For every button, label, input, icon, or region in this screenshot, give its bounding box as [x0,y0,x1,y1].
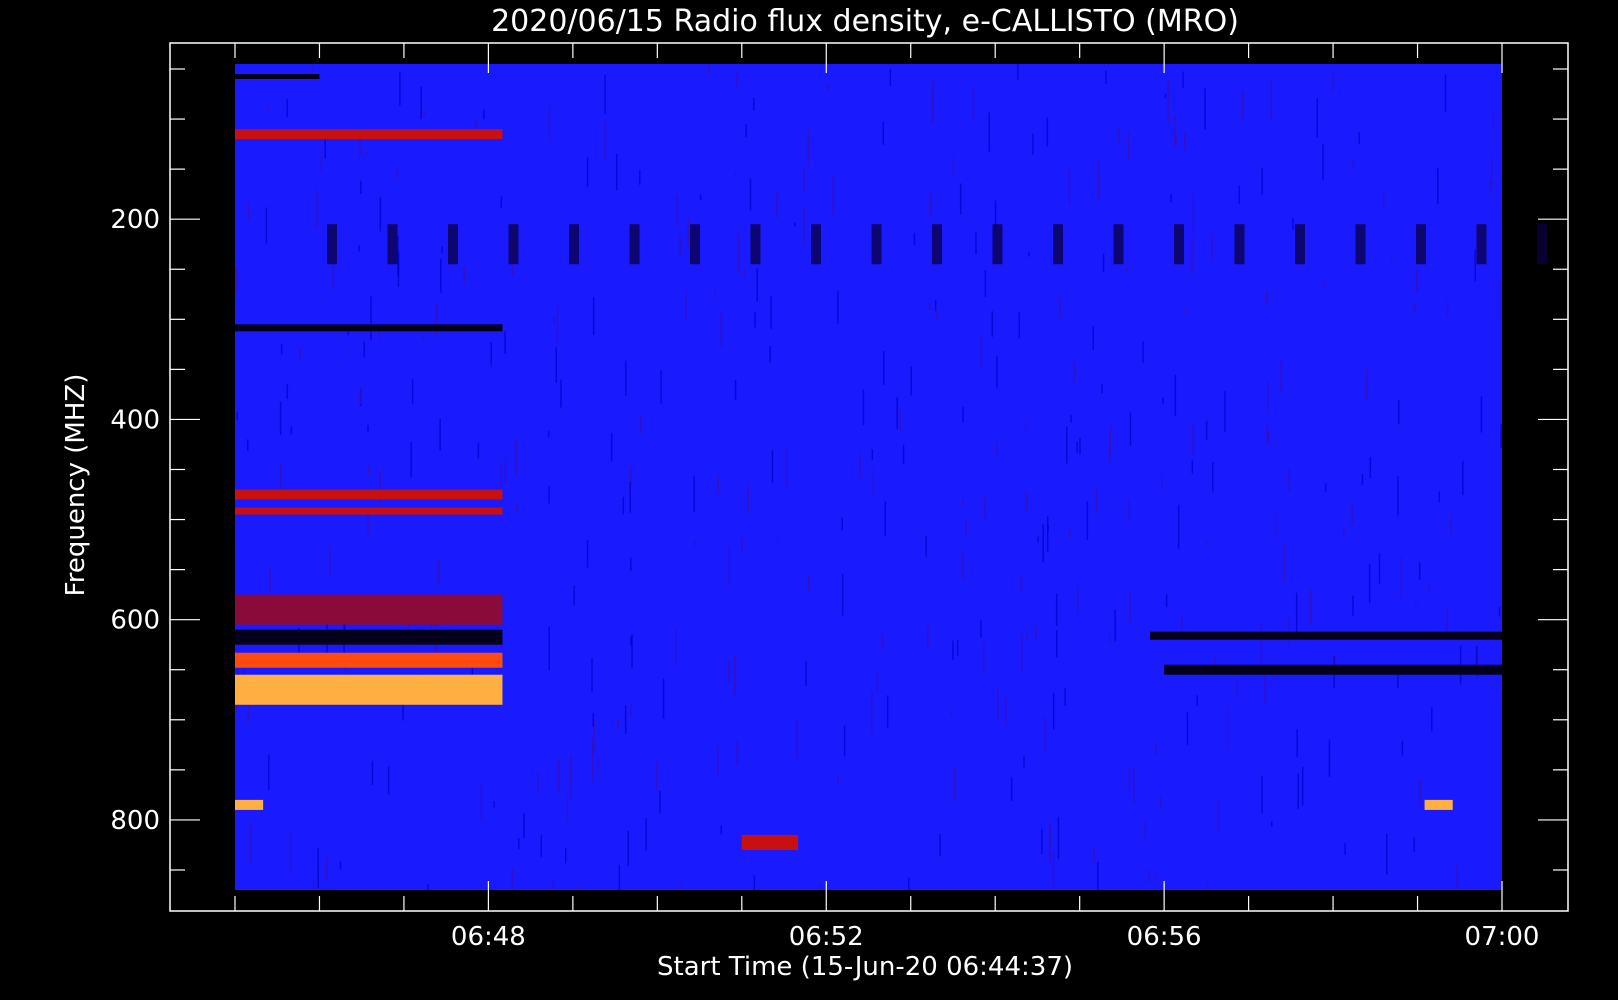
heatmap-streak [811,224,821,265]
heatmap-streak [508,224,519,265]
heatmap-streak [387,224,398,265]
x-tick-label: 06:56 [1127,922,1202,952]
heatmap-streak [327,224,337,265]
heatmap-area [235,64,1547,890]
heatmap-streak [629,224,640,265]
heatmap-streak [1295,224,1305,265]
x-tick-label: 07:00 [1465,922,1540,952]
heatmap-streak [448,224,458,265]
heatmap-streak [1174,224,1184,265]
heatmap-feature [1424,799,1453,810]
heatmap-streak [1416,224,1426,265]
heatmap-streak [871,224,882,265]
heatmap-feature [235,652,503,668]
chart-title: 2020/06/15 Radio flux density, e-CALLIST… [491,4,1239,39]
heatmap-streak [1355,224,1366,265]
heatmap-streak [1476,224,1487,265]
heatmap-feature [1150,631,1502,640]
heatmap-feature [235,594,503,625]
y-tick-label: 200 [110,205,160,235]
heatmap-feature [741,834,799,850]
heatmap-streak [569,224,579,265]
heatmap-streak [1537,224,1547,265]
heatmap-feature [235,674,503,705]
heatmap-feature [235,507,503,515]
heatmap-streak [1234,224,1245,265]
heatmap-feature [235,324,503,332]
heatmap-feature [235,629,503,645]
heatmap-feature [1164,664,1502,675]
y-tick-label: 600 [110,606,160,636]
heatmap-feature [235,489,503,500]
heatmap-streak [750,224,761,265]
heatmap-streak [690,224,700,265]
y-axis-label: Frequency (MHZ) [61,374,91,597]
spectrogram-chart: 200 400 600 800 06:48 06:52 06:56 07:00 2020/06… [0,0,1618,1000]
heatmap-feature [235,799,264,810]
x-tick-label: 06:52 [789,922,864,952]
heatmap-streak [1053,224,1063,265]
x-axis-label: Start Time (15-Jun-20 06:44:37) [657,952,1073,982]
y-tick-label: 400 [110,405,160,435]
heatmap-feature [235,74,320,80]
heatmap-feature [235,129,503,140]
heatmap-streak [992,224,1003,265]
y-tick-label: 800 [110,806,160,836]
heatmap-streak [1113,224,1124,265]
heatmap-background [235,64,1502,890]
x-tick-label: 06:48 [451,922,526,952]
heatmap-streak [932,224,942,265]
